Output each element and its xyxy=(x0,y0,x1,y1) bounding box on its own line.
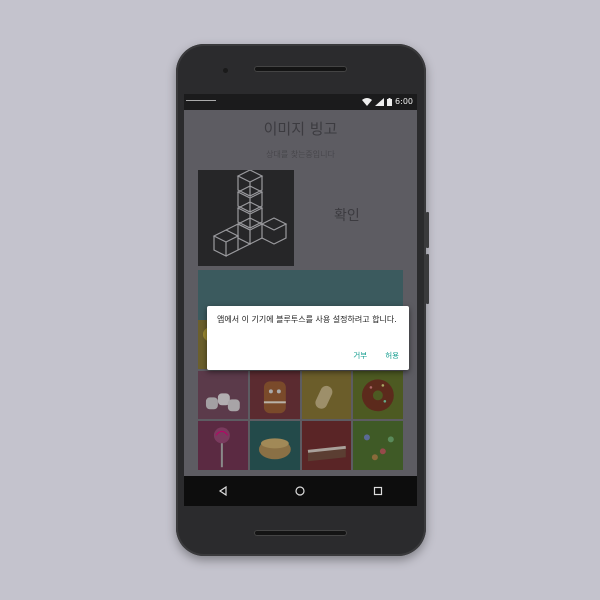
grid-cell-lollipop[interactable] xyxy=(198,421,248,470)
status-time: 6:00 xyxy=(395,97,413,106)
phone-frame: 6:00 이미지 빙고 상대를 찾는중입니다 확인 앱에서 이 기기에 블루투스… xyxy=(176,44,429,556)
power-button xyxy=(426,212,429,248)
front-camera xyxy=(223,68,228,73)
grid-cell-gingerbread-android[interactable] xyxy=(249,370,300,420)
notification-line xyxy=(186,100,216,101)
status-bar: 6:00 xyxy=(184,94,417,110)
grid-cell-candy[interactable] xyxy=(353,421,403,470)
bluetooth-permission-dialog: 앱에서 이 기기에 블루투스를 사용 설정하려고 합니다. 거부 허용 xyxy=(207,306,409,370)
page-title: 이미지 빙고 xyxy=(263,120,338,138)
home-icon[interactable] xyxy=(295,486,306,496)
grid-cell-marshmallow[interactable] xyxy=(198,370,248,420)
grid-cell-donut[interactable] xyxy=(353,370,403,420)
battery-icon xyxy=(387,98,393,106)
back-icon[interactable] xyxy=(218,486,228,496)
app-logo xyxy=(198,169,294,266)
status-text: 상대를 찾는중입니다 xyxy=(266,150,335,159)
screen: 6:00 이미지 빙고 상대를 찾는중입니다 확인 앱에서 이 기기에 블루투스… xyxy=(184,94,417,506)
bottom-speaker xyxy=(254,530,347,536)
confirm-button[interactable]: 확인 xyxy=(334,205,360,225)
app-content: 이미지 빙고 상대를 찾는중입니다 확인 xyxy=(184,110,417,476)
volume-button xyxy=(426,254,429,304)
navigation-bar xyxy=(184,476,417,506)
wifi-icon xyxy=(362,98,373,106)
signal-icon xyxy=(375,98,385,106)
recents-icon[interactable] xyxy=(373,486,383,496)
allow-button[interactable]: 허용 xyxy=(385,350,399,361)
deny-button[interactable]: 거부 xyxy=(353,350,367,361)
grid-cell-froyo[interactable] xyxy=(249,421,300,470)
dialog-message: 앱에서 이 기기에 블루투스를 사용 설정하려고 합니다. xyxy=(217,315,397,324)
top-speaker xyxy=(254,66,347,72)
grid-cell-cupcake[interactable] xyxy=(301,370,352,420)
grid-cell-cake-slice[interactable] xyxy=(301,421,352,470)
